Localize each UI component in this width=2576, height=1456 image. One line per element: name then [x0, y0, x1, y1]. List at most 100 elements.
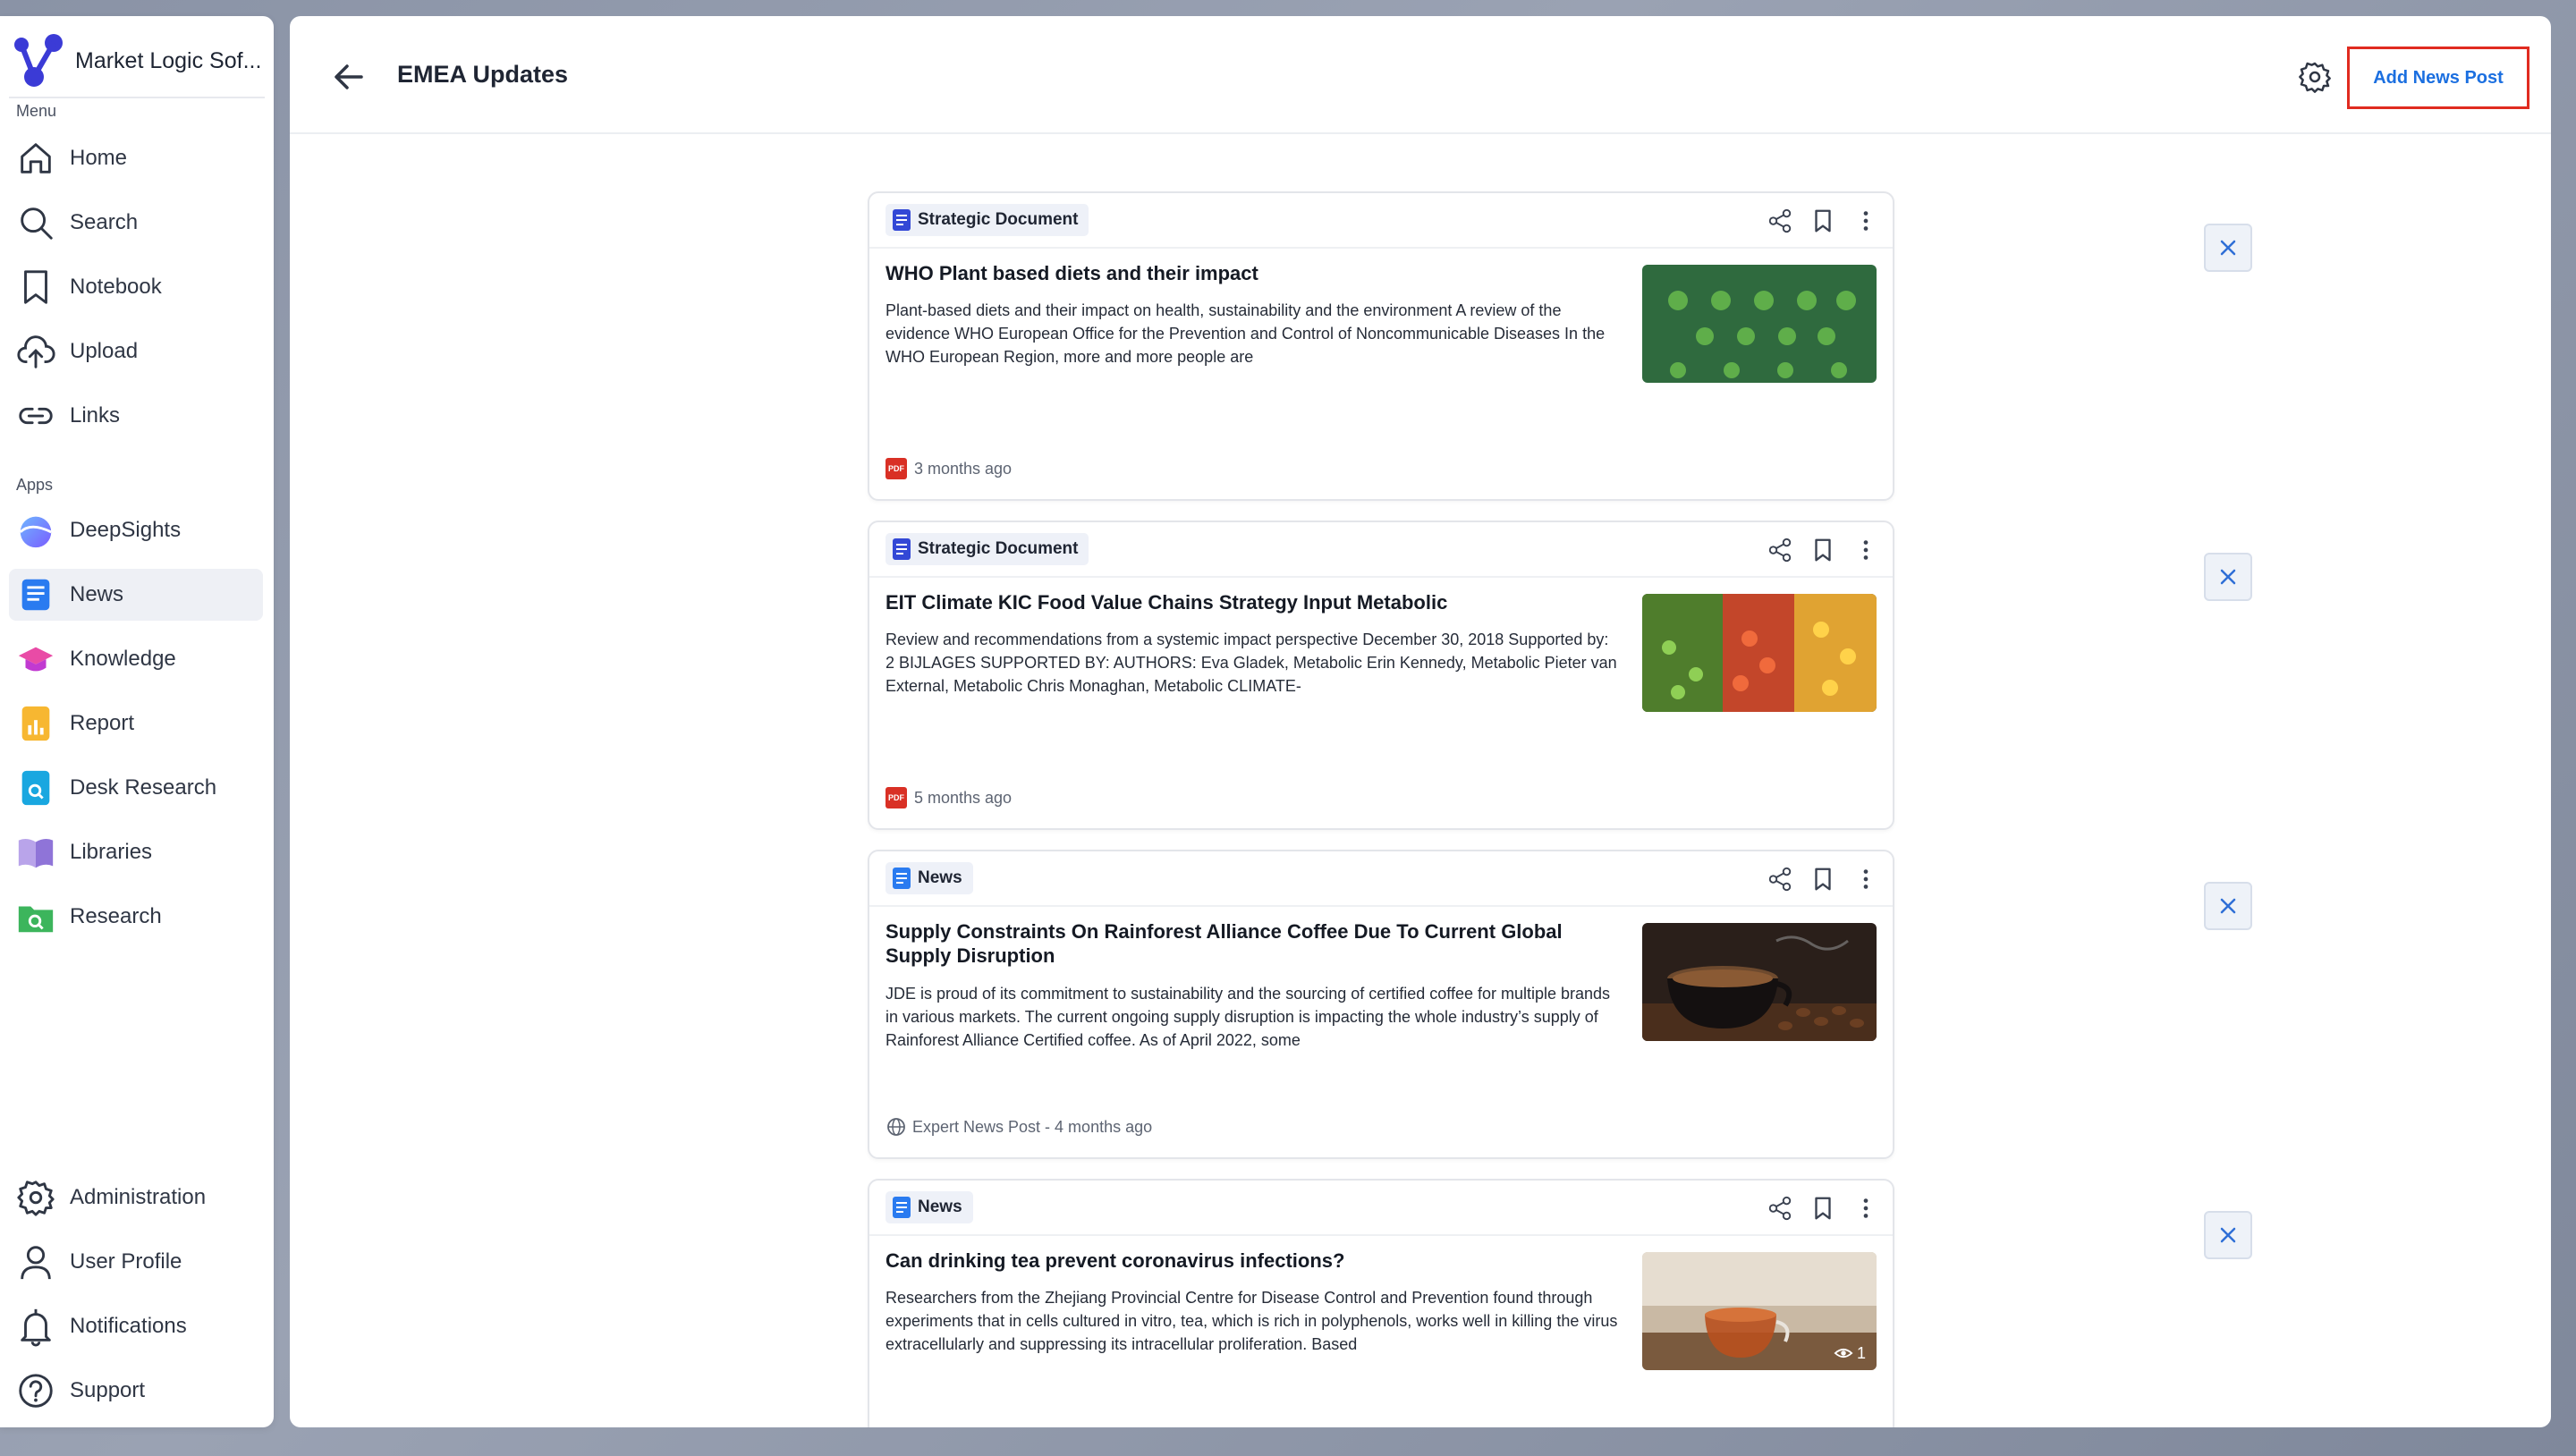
arrow-left-icon	[335, 64, 363, 89]
card-tag-label: News	[918, 1198, 962, 1216]
sidebar-item-report[interactable]: Report	[9, 698, 263, 749]
news-card[interactable]: News Can drinking tea prevent coronaviru…	[868, 1179, 1894, 1427]
apps-section-label: Apps	[16, 476, 54, 494]
share-button[interactable]	[1766, 206, 1794, 236]
share-button[interactable]	[1766, 535, 1794, 565]
gear-icon	[14, 1176, 57, 1219]
sidebar-item-deepsights[interactable]: DeepSights	[9, 504, 263, 556]
vegetables-image	[1642, 265, 1877, 383]
sidebar-item-label: Support	[70, 1378, 146, 1402]
card-thumbnail[interactable]	[1642, 265, 1877, 383]
close-icon	[2220, 240, 2236, 256]
sidebar-item-label: Links	[70, 403, 121, 427]
sidebar-item-label: Administration	[70, 1185, 207, 1209]
libraries-icon	[14, 831, 57, 874]
sidebar-item-label: Desk Research	[70, 775, 217, 800]
card-tag-label: News	[918, 868, 962, 887]
back-button[interactable]	[329, 57, 369, 97]
share-icon	[1768, 1196, 1792, 1221]
more-options-button[interactable]	[1852, 535, 1880, 565]
sidebar-item-links[interactable]: Links	[9, 390, 263, 442]
settings-button[interactable]	[2297, 59, 2333, 95]
card-tag-label: Strategic Document	[918, 210, 1079, 229]
sidebar-item-notebook[interactable]: Notebook	[9, 261, 263, 313]
document-icon	[893, 209, 911, 231]
card-time: 3 months ago	[914, 459, 1013, 478]
remove-card-button[interactable]	[2204, 882, 2252, 930]
news-icon	[14, 573, 57, 616]
card-header: News	[869, 851, 1893, 907]
more-vertical-icon	[1863, 211, 1868, 231]
sidebar-item-label: Search	[70, 210, 139, 234]
bookmark-button[interactable]	[1809, 535, 1837, 565]
sidebar-item-news[interactable]: News	[9, 569, 263, 621]
card-time: 5 months ago	[914, 788, 1013, 807]
card-header: Strategic Document	[869, 193, 1893, 249]
sidebar-item-label: Libraries	[70, 840, 153, 864]
add-news-post-button[interactable]: Add News Post	[2347, 47, 2529, 109]
remove-card-button[interactable]	[2204, 553, 2252, 601]
document-icon	[893, 538, 911, 560]
sidebar-item-user-profile[interactable]: User Profile	[9, 1236, 263, 1288]
share-icon	[1768, 867, 1792, 892]
search-icon	[14, 201, 57, 244]
card-body: Plant-based diets and their impact on he…	[886, 301, 1606, 366]
bookmark-icon	[14, 266, 57, 309]
more-options-button[interactable]	[1852, 1193, 1880, 1223]
main-panel: EMEA Updates Add News Post Strategic Doc…	[290, 16, 2551, 1427]
more-options-button[interactable]	[1852, 864, 1880, 894]
news-card[interactable]: News Supply Constraints On Rainforest Al…	[868, 850, 1894, 1159]
more-vertical-icon	[1863, 540, 1868, 560]
share-button[interactable]	[1766, 864, 1794, 894]
knowledge-icon	[14, 638, 57, 681]
card-thumbnail[interactable]: 1	[1642, 1252, 1877, 1370]
sidebar: Market Logic Sof... Menu Home Search Not…	[0, 16, 274, 1427]
more-options-button[interactable]	[1852, 206, 1880, 236]
card-thumbnail[interactable]	[1642, 923, 1877, 1041]
cloud-upload-icon	[14, 330, 57, 373]
bookmark-icon	[1815, 209, 1831, 233]
sidebar-item-label: Notebook	[70, 275, 162, 299]
more-vertical-icon	[1863, 1198, 1868, 1218]
card-footer: PDF 3 months ago	[886, 458, 1012, 479]
card-tag-label: Strategic Document	[918, 539, 1079, 558]
card-header: Strategic Document	[869, 522, 1893, 578]
sidebar-item-desk-research[interactable]: Desk Research	[9, 762, 263, 814]
sidebar-item-administration[interactable]: Administration	[9, 1172, 263, 1223]
card-title[interactable]: Can drinking tea prevent coronavirus inf…	[886, 1249, 1619, 1273]
market-produce-image	[1642, 594, 1877, 712]
sidebar-item-libraries[interactable]: Libraries	[9, 826, 263, 878]
bookmark-button[interactable]	[1809, 206, 1837, 236]
remove-card-button[interactable]	[2204, 1211, 2252, 1259]
sidebar-item-upload[interactable]: Upload	[9, 326, 263, 377]
card-header: News	[869, 1181, 1893, 1236]
sidebar-item-notifications[interactable]: Notifications	[9, 1300, 263, 1352]
news-card[interactable]: Strategic Document WHO Plant based diets…	[868, 191, 1894, 501]
eye-icon	[1834, 1348, 1853, 1359]
coffee-cup-image	[1642, 923, 1877, 1041]
bookmark-button[interactable]	[1809, 1193, 1837, 1223]
card-body: Review and recommendations from a system…	[886, 631, 1617, 695]
sidebar-item-label: Home	[70, 146, 128, 170]
share-button[interactable]	[1766, 1193, 1794, 1223]
sidebar-item-knowledge[interactable]: Knowledge	[9, 633, 263, 685]
card-title[interactable]: WHO Plant based diets and their impact	[886, 261, 1619, 285]
card-title[interactable]: EIT Climate KIC Food Value Chains Strate…	[886, 590, 1619, 614]
news-icon	[893, 868, 911, 889]
sidebar-item-research[interactable]: Research	[9, 891, 263, 943]
card-title[interactable]: Supply Constraints On Rainforest Allianc…	[886, 919, 1619, 968]
sidebar-item-support[interactable]: Support	[9, 1365, 263, 1417]
card-tag: News	[886, 1191, 973, 1223]
sidebar-item-search[interactable]: Search	[9, 197, 263, 249]
sidebar-item-label: DeepSights	[70, 518, 182, 542]
pdf-icon: PDF	[886, 458, 907, 479]
report-icon	[14, 702, 57, 745]
brand-header[interactable]: Market Logic Sof...	[9, 25, 265, 98]
news-card[interactable]: Strategic Document EIT Climate KIC Food …	[868, 521, 1894, 830]
desk-research-icon	[14, 766, 57, 809]
sidebar-item-home[interactable]: Home	[9, 132, 263, 184]
bookmark-button[interactable]	[1809, 864, 1837, 894]
card-thumbnail[interactable]	[1642, 594, 1877, 712]
view-count: 1	[1834, 1343, 1866, 1363]
remove-card-button[interactable]	[2204, 224, 2252, 272]
